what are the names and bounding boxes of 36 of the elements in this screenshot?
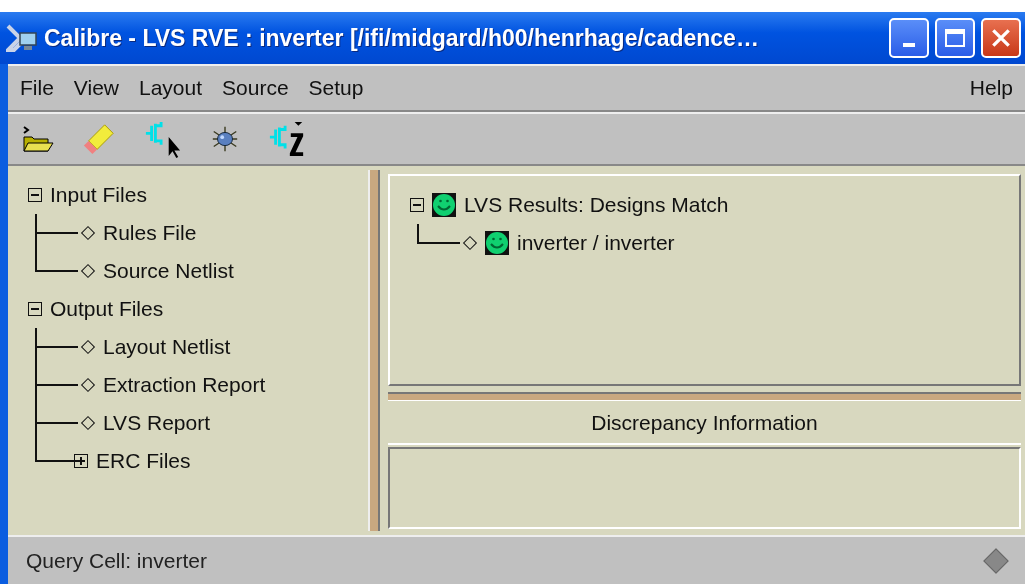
select-cursor-icon[interactable] bbox=[144, 120, 182, 158]
open-folder-icon[interactable] bbox=[22, 125, 54, 153]
smiley-icon bbox=[432, 193, 456, 217]
tree-item[interactable]: Input Files bbox=[50, 183, 147, 207]
tree-item[interactable]: Source Netlist bbox=[103, 259, 234, 283]
menu-item[interactable]: View bbox=[73, 76, 119, 100]
tree-item[interactable]: inverter / inverter bbox=[517, 231, 675, 255]
maximize-button[interactable] bbox=[935, 18, 975, 58]
bug-icon[interactable] bbox=[210, 124, 240, 154]
menu-item[interactable]: File bbox=[20, 76, 54, 100]
minimize-button[interactable] bbox=[889, 18, 929, 58]
smiley-icon bbox=[485, 231, 509, 255]
menu-item[interactable]: Layout bbox=[139, 76, 203, 100]
monitor-icon bbox=[6, 24, 38, 52]
window-title: Calibre - LVS RVE : inverter [/ifi/midgard/h00/henrhage/cadence… bbox=[44, 24, 760, 52]
splitter[interactable] bbox=[368, 170, 380, 531]
zoom-z-icon[interactable] bbox=[268, 120, 306, 158]
expander-icon[interactable] bbox=[28, 188, 42, 202]
tree-item[interactable]: Extraction Report bbox=[103, 373, 266, 397]
expander-icon[interactable] bbox=[28, 302, 42, 316]
close-button[interactable] bbox=[981, 18, 1021, 58]
close-icon bbox=[990, 27, 1012, 49]
tree-item[interactable]: Output Files bbox=[50, 297, 164, 321]
expander-icon[interactable] bbox=[74, 454, 88, 468]
tree-item[interactable]: ERC Files bbox=[96, 449, 191, 473]
tree-item[interactable]: Layout Netlist bbox=[103, 335, 231, 359]
status-text: Query Cell: inverter bbox=[26, 548, 208, 573]
tree-item[interactable]: Rules File bbox=[103, 221, 197, 245]
splitter[interactable] bbox=[388, 392, 1021, 401]
tree-item[interactable]: LVS Report bbox=[103, 411, 210, 435]
panel-header: Discrepancy Information bbox=[388, 403, 1021, 445]
expander-icon[interactable] bbox=[410, 198, 424, 212]
tree-item[interactable]: LVS Results: Designs Match bbox=[464, 193, 729, 217]
menu-item[interactable]: Help bbox=[969, 76, 1013, 100]
menu-item[interactable]: Source bbox=[222, 76, 289, 100]
menu-item[interactable]: Setup bbox=[308, 76, 364, 100]
